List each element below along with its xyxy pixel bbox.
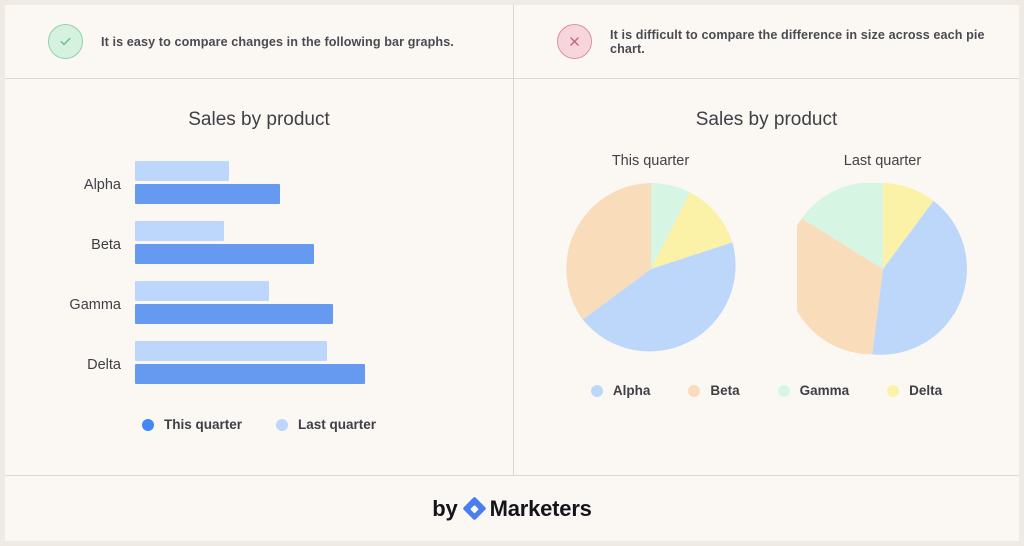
- bar-label-delta: Delta: [87, 357, 121, 373]
- legend-item-gamma[interactable]: Gamma: [777, 383, 850, 398]
- pie-caption-this-quarter: This quarter: [611, 153, 690, 169]
- bar-label-gamma: Gamma: [69, 297, 121, 313]
- bar-chart-panel: Sales by product Alpha Beta Gamma Delta …: [5, 79, 513, 475]
- infographic-card: It is easy to compare changes in the fol…: [5, 5, 1019, 541]
- legend-label-alpha: Alpha: [612, 383, 651, 398]
- legend-dot-alpha: [590, 384, 603, 397]
- bar-chart-plot: Alpha Beta Gamma Delta: [5, 155, 513, 395]
- brand-name-text: Marketers: [489, 495, 592, 521]
- bar-chart-title: Sales by product: [188, 109, 330, 130]
- bar-gamma-last-quarter: [135, 281, 269, 301]
- header-text-bad: It is difficult to compare the differenc…: [610, 27, 985, 56]
- bar-delta-last-quarter: [135, 341, 327, 361]
- legend-label-gamma: Gamma: [799, 383, 850, 398]
- bar-gamma-this-quarter: [135, 304, 333, 324]
- header-cell-good: It is easy to compare changes in the fol…: [5, 5, 510, 78]
- bar-beta-last-quarter: [135, 221, 224, 241]
- pie-block-last-quarter: Last quarter: [788, 153, 978, 355]
- bar-stack-alpha: [135, 161, 513, 209]
- brand-lockup[interactable]: by Marketers: [432, 495, 592, 522]
- bar-stack-beta: [135, 221, 513, 269]
- bar-chart-legend: This quarter Last quarter: [5, 417, 513, 432]
- header-text-good: It is easy to compare changes in the fol…: [101, 34, 454, 49]
- legend-item-last-quarter[interactable]: Last quarter: [275, 417, 377, 432]
- legend-label-last-quarter: Last quarter: [297, 417, 377, 432]
- legend-label-this-quarter: This quarter: [163, 417, 242, 432]
- pie-chart-panel: Sales by product This quarter Last quart…: [514, 79, 1019, 475]
- legend-dot-delta: [887, 384, 900, 397]
- footer: by Marketers: [5, 476, 1019, 541]
- legend-label-delta: Delta: [909, 383, 943, 398]
- pie-chart-legend: Alpha Beta Gamma Delta: [514, 383, 1019, 398]
- legend-dot-gamma: [777, 384, 790, 397]
- check-circle-icon: [48, 24, 83, 59]
- pie-last-quarter: [796, 183, 967, 355]
- bar-group-beta: Beta: [5, 215, 513, 275]
- bar-beta-this-quarter: [135, 244, 314, 264]
- bar-label-alpha: Alpha: [83, 177, 121, 193]
- bar-alpha-last-quarter: [135, 161, 229, 181]
- bar-stack-gamma: [135, 281, 513, 329]
- legend-dot-beta: [688, 384, 701, 397]
- legend-label-beta: Beta: [710, 383, 740, 398]
- bar-alpha-this-quarter: [135, 184, 280, 204]
- legend-item-delta[interactable]: Delta: [887, 383, 942, 398]
- bar-group-alpha: Alpha: [5, 155, 513, 215]
- diamond-logo-icon: [462, 496, 487, 521]
- bar-group-delta: Delta: [5, 335, 513, 395]
- pie-caption-last-quarter: Last quarter: [843, 153, 922, 169]
- header-cell-bad: It is difficult to compare the differenc…: [510, 5, 1019, 78]
- bar-stack-delta: [135, 341, 513, 389]
- legend-dot-last-quarter: [275, 418, 288, 431]
- legend-dot-this-quarter: [141, 418, 154, 431]
- legend-item-this-quarter[interactable]: This quarter: [141, 417, 242, 432]
- legend-item-alpha[interactable]: Alpha: [590, 383, 651, 398]
- pie-chart-plot: This quarter Last quarter: [514, 153, 1019, 355]
- pie-chart-title: Sales by product: [695, 109, 838, 130]
- pie-block-this-quarter: This quarter: [556, 153, 746, 355]
- bar-delta-this-quarter: [135, 364, 365, 384]
- bar-group-gamma: Gamma: [5, 275, 513, 335]
- legend-item-beta[interactable]: Beta: [688, 383, 740, 398]
- bar-label-beta: Beta: [91, 237, 121, 253]
- brand-by-text: by: [432, 495, 458, 521]
- header-row: It is easy to compare changes in the fol…: [5, 5, 1019, 78]
- pie-this-quarter: [565, 183, 736, 352]
- x-circle-icon: [557, 24, 592, 59]
